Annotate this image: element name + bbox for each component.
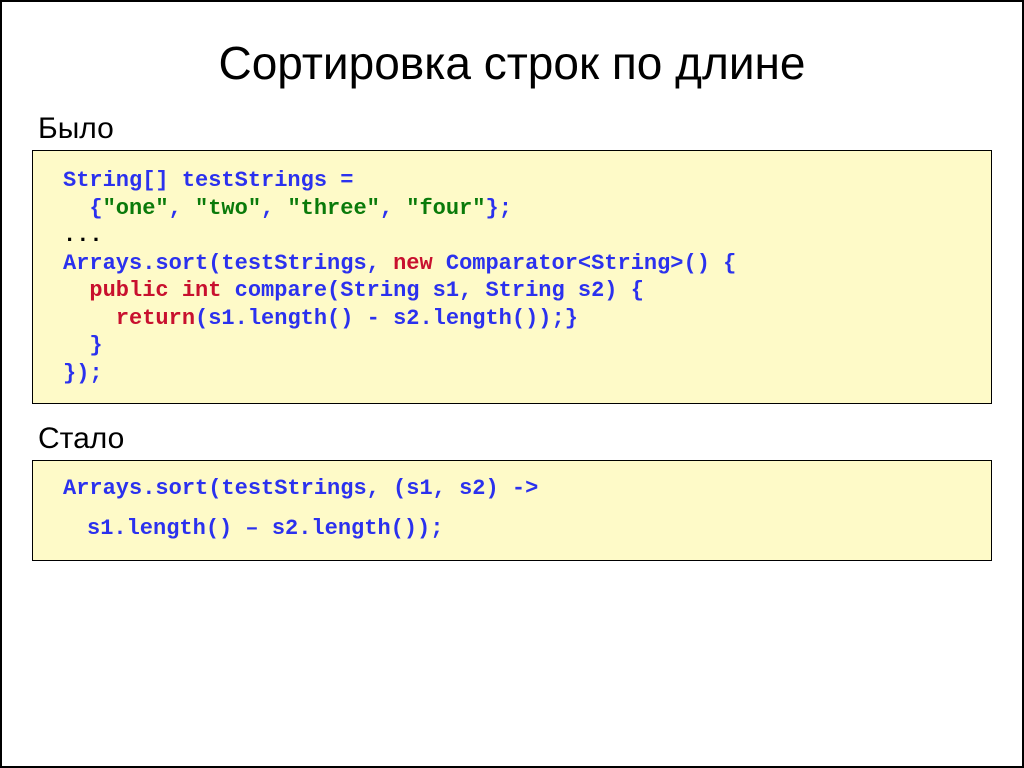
label-before: Было [2, 112, 1022, 146]
slide: Сортировка строк по длине Было String[] … [0, 0, 1024, 768]
code-token: public int [89, 278, 221, 303]
code-token: } [63, 333, 103, 358]
code-token: }); [63, 361, 103, 386]
slide-title: Сортировка строк по длине [2, 36, 1022, 90]
code-token: "two" [195, 196, 261, 221]
code-token: , [380, 196, 406, 221]
code-token [63, 306, 116, 331]
code-token: , [169, 196, 195, 221]
code-token: "three" [287, 196, 379, 221]
code-line: Arrays.sort(testStrings, (s1, s2) -> [63, 475, 977, 503]
code-after: Arrays.sort(testStrings, (s1, s2) -> s1.… [32, 460, 992, 561]
code-token: { [63, 196, 103, 221]
code-token: , [261, 196, 287, 221]
code-before: String[] testStrings = {"one", "two", "t… [32, 150, 992, 404]
code-token [63, 278, 89, 303]
code-token: "four" [406, 196, 485, 221]
label-after: Стало [2, 422, 1022, 456]
code-token: Comparator<String>() { [433, 251, 737, 276]
code-token: new [393, 251, 433, 276]
code-token: "one" [103, 196, 169, 221]
code-token: compare(String s1, String s2) { [221, 278, 643, 303]
code-token: }; [486, 196, 512, 221]
code-line: s1.length() – s2.length()); [63, 515, 977, 543]
code-token: return [116, 306, 195, 331]
code-token: (s1.length() - s2.length());} [195, 306, 578, 331]
code-token: String[] testStrings = [63, 168, 353, 193]
code-token: ... [63, 223, 103, 248]
code-token: Arrays.sort(testStrings, [63, 251, 393, 276]
